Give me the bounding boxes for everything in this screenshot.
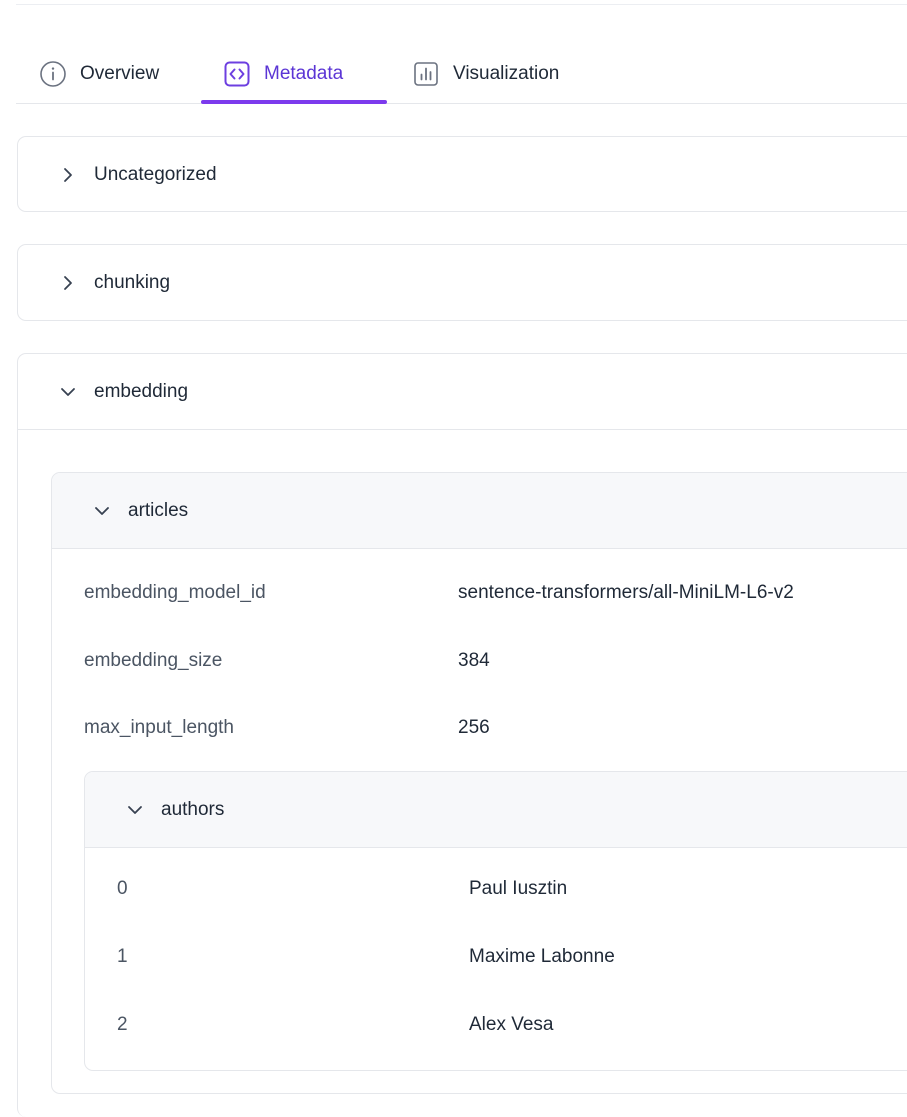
- field-value: 384: [458, 650, 490, 671]
- chevron-down-icon: [92, 501, 112, 521]
- list-item: 1 Maxime Labonne: [117, 937, 615, 977]
- field-value: sentence-transformers/all-MiniLM-L6-v2: [458, 582, 794, 603]
- chevron-down-icon: [58, 382, 78, 402]
- tab-bar: Overview Metadata Visualization: [16, 44, 907, 104]
- section-chunking-toggle[interactable]: chunking: [18, 245, 907, 320]
- tab-visualization-label: Visualization: [453, 63, 560, 84]
- field-key: embedding_size: [84, 650, 223, 671]
- tab-overview[interactable]: Overview: [38, 44, 159, 104]
- section-embedding-label: embedding: [94, 380, 189, 402]
- author-name: Alex Vesa: [469, 1014, 554, 1035]
- chevron-right-icon: [58, 165, 78, 185]
- section-embedding-toggle[interactable]: embedding: [18, 354, 907, 430]
- section-chunking: chunking: [17, 244, 907, 321]
- bar-chart-icon: [411, 59, 441, 89]
- tab-overview-label: Overview: [80, 63, 160, 84]
- field-key: max_input_length: [84, 717, 234, 738]
- field-row-max-input-length: max_input_length 256: [84, 708, 490, 748]
- tab-metadata[interactable]: Metadata: [222, 44, 343, 104]
- author-index: 0: [117, 878, 128, 899]
- author-name: Paul Iusztin: [469, 878, 568, 899]
- section-embedding: embedding articles embedding_model_id se…: [17, 353, 907, 1117]
- group-authors-label: authors: [161, 798, 225, 820]
- field-key: embedding_model_id: [84, 582, 266, 603]
- group-authors: authors 0 Paul Iusztin 1 Maxime Labonne …: [84, 771, 907, 1071]
- field-row-embedding-size: embedding_size 384: [84, 641, 490, 681]
- info-circle-icon: [38, 59, 68, 89]
- author-name: Maxime Labonne: [469, 946, 615, 967]
- section-uncategorized-label: Uncategorized: [94, 163, 217, 185]
- author-index: 2: [117, 1014, 128, 1035]
- author-index: 1: [117, 946, 128, 967]
- section-uncategorized: Uncategorized: [17, 136, 907, 212]
- tab-metadata-label: Metadata: [264, 63, 344, 84]
- group-articles: articles embedding_model_id sentence-tra…: [51, 472, 907, 1094]
- code-brackets-icon: [222, 59, 252, 89]
- list-item: 2 Alex Vesa: [117, 1005, 554, 1045]
- chevron-down-icon: [125, 800, 145, 820]
- section-chunking-label: chunking: [94, 271, 171, 293]
- top-divider: [16, 4, 907, 5]
- group-articles-toggle[interactable]: articles: [52, 473, 907, 549]
- list-item: 0 Paul Iusztin: [117, 869, 567, 909]
- field-value: 256: [458, 717, 490, 738]
- active-tab-indicator: [201, 100, 387, 104]
- group-articles-label: articles: [128, 499, 189, 521]
- section-uncategorized-toggle[interactable]: Uncategorized: [18, 137, 907, 212]
- group-authors-toggle[interactable]: authors: [85, 772, 907, 848]
- metadata-panel: Overview Metadata Visualization Uncatego…: [0, 0, 907, 1117]
- tab-visualization[interactable]: Visualization: [411, 44, 559, 104]
- field-row-embedding-model-id: embedding_model_id sentence-transformers…: [84, 573, 794, 613]
- chevron-right-icon: [58, 273, 78, 293]
